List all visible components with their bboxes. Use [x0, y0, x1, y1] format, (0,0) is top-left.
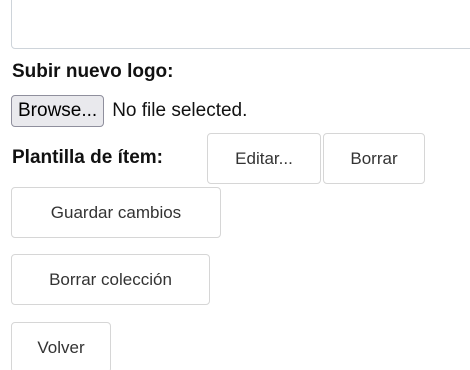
browse-button[interactable]: Browse... — [11, 95, 105, 127]
save-changes-button[interactable]: Guardar cambios — [11, 187, 221, 238]
delete-collection-button[interactable]: Borrar colección — [11, 254, 210, 305]
back-button[interactable]: Volver — [11, 322, 111, 370]
upload-logo-label: Subir nuevo logo: — [12, 61, 174, 82]
item-template-label: Plantilla de ítem: — [12, 147, 163, 168]
file-status-text: No file selected. — [112, 100, 248, 121]
edit-template-button[interactable]: Editar... — [207, 133, 321, 184]
logo-file-input[interactable]: Browse... No file selected. — [11, 95, 247, 127]
delete-template-button[interactable]: Borrar — [323, 133, 425, 184]
description-textarea[interactable] — [11, 0, 470, 49]
